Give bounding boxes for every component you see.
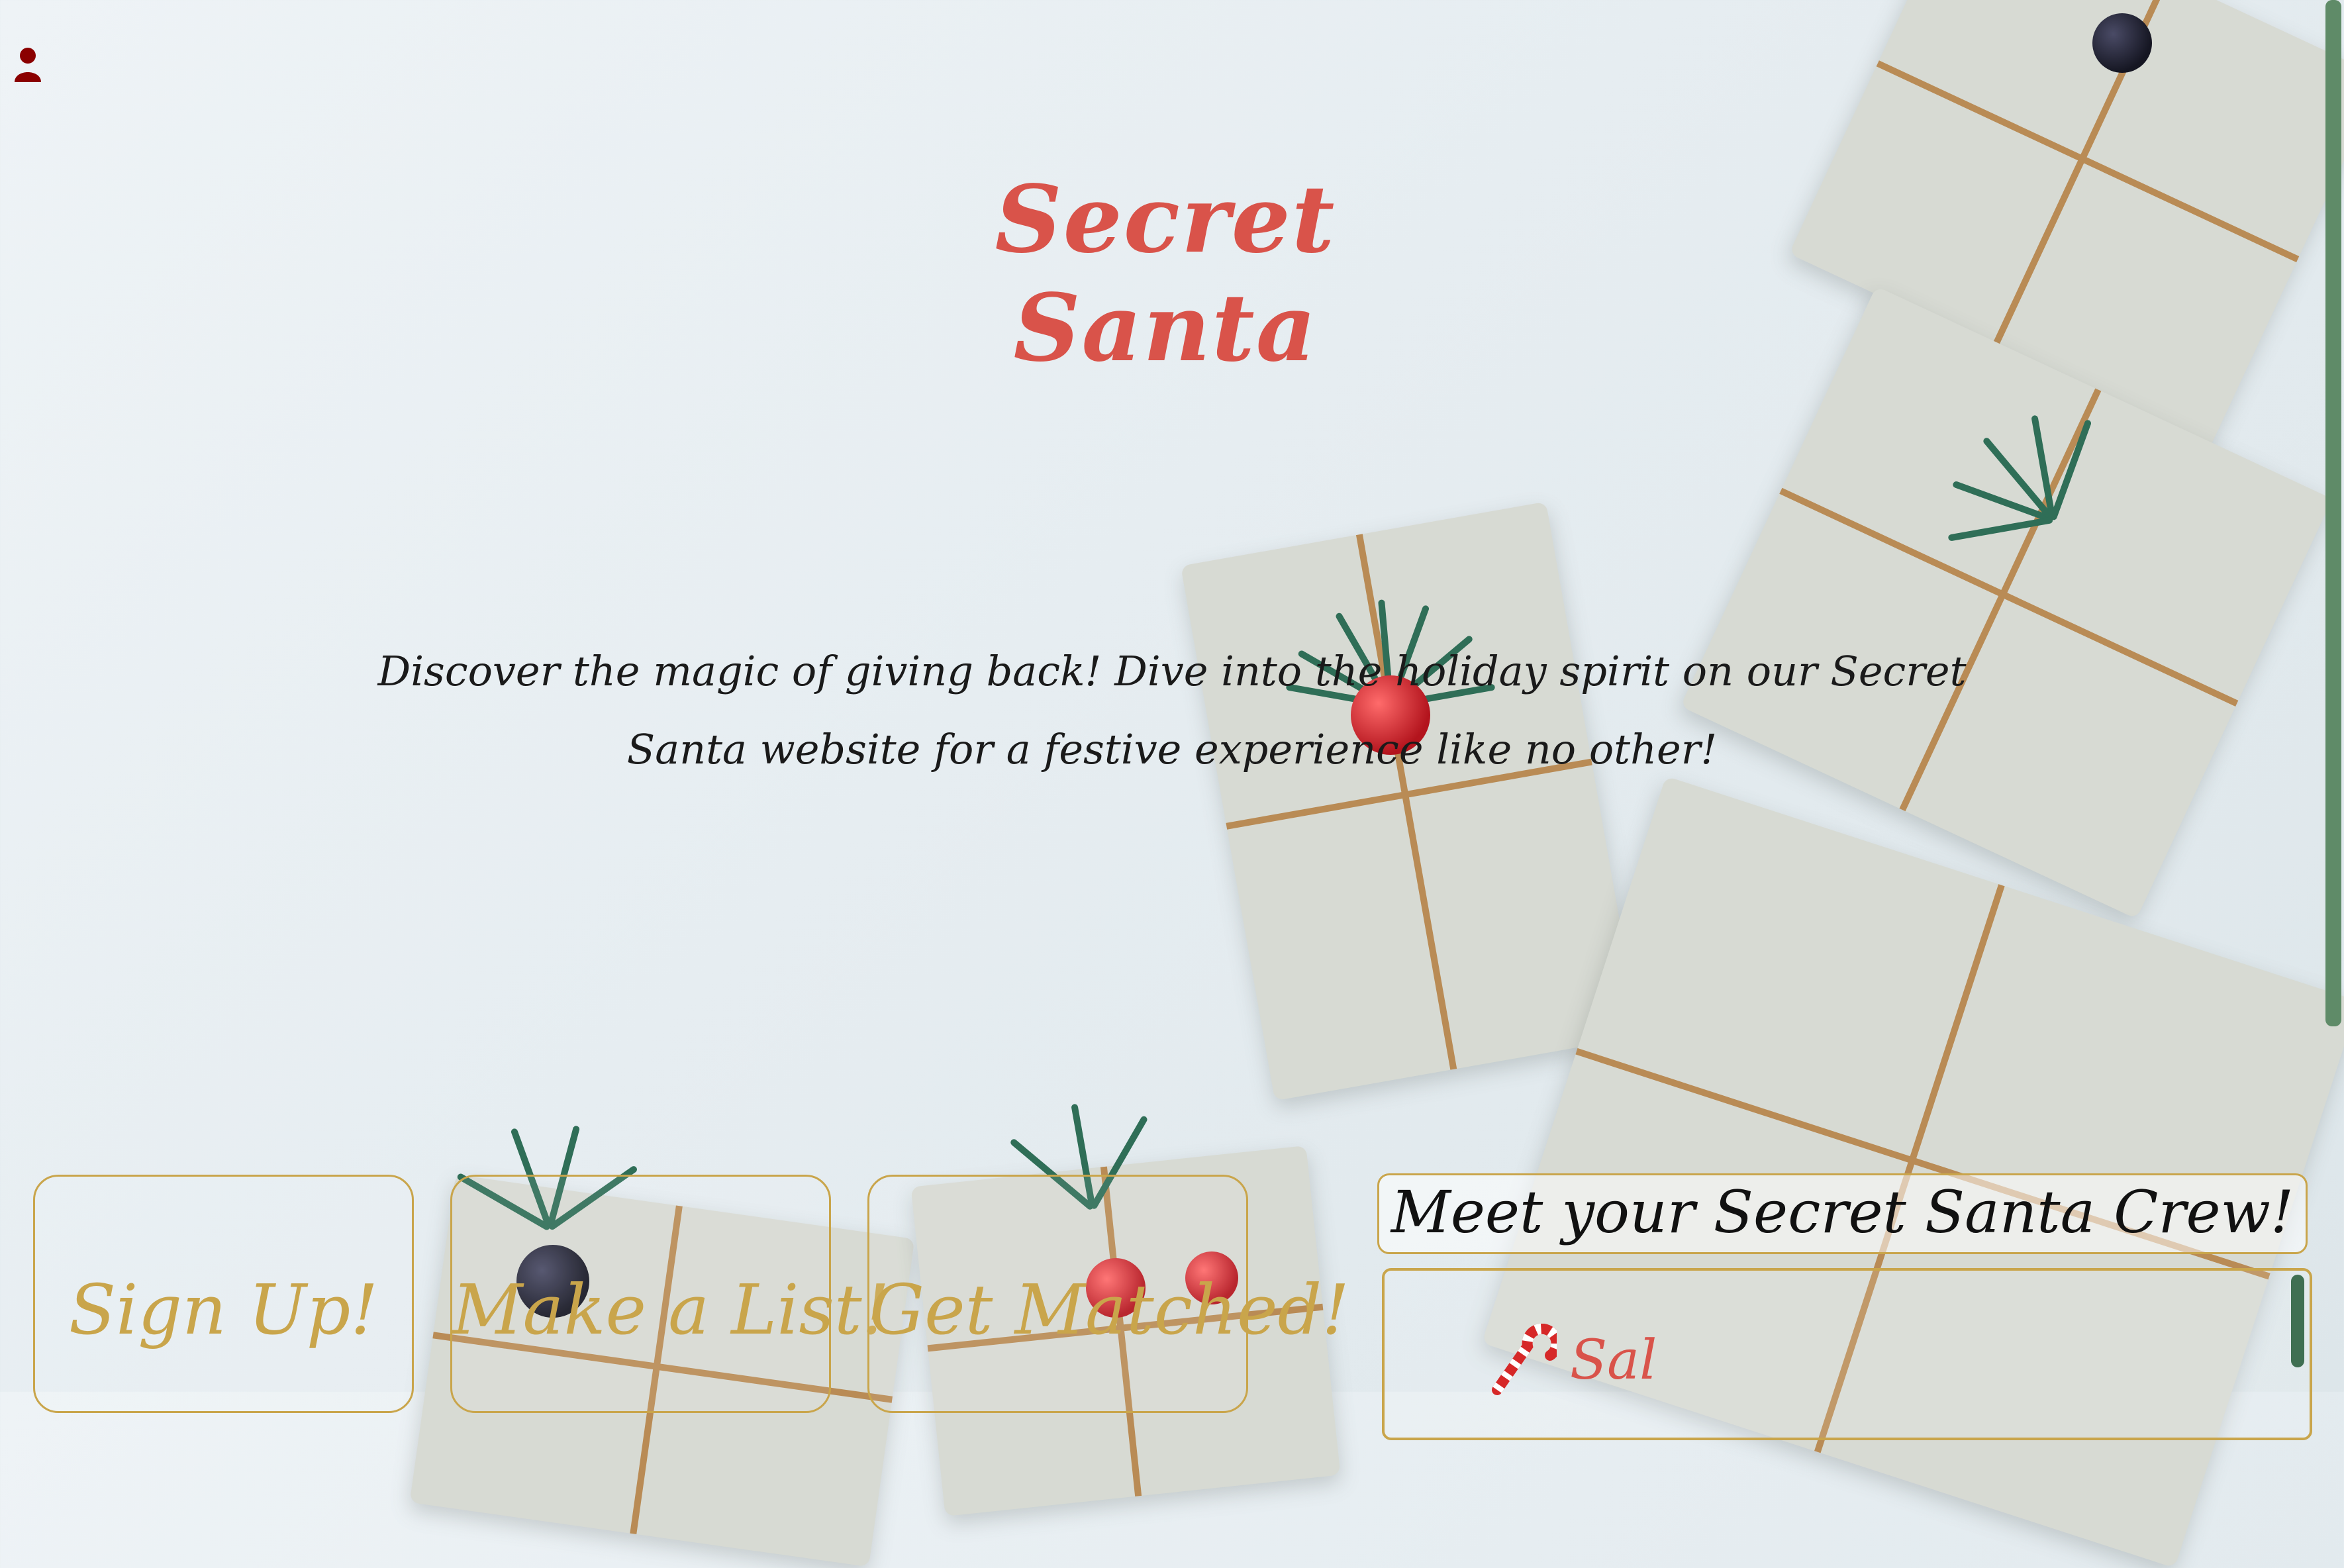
step-card-sign-up[interactable]: Sign Up! <box>33 1175 414 1413</box>
crew-member-name: Sal <box>1570 1328 1657 1392</box>
crew-heading: Meet your Secret Santa Crew! <box>1377 1173 2308 1254</box>
page-scrollbar[interactable] <box>2325 0 2341 1026</box>
crew-list-scrollbar[interactable] <box>2291 1275 2304 1367</box>
crew-list[interactable]: Sal <box>1382 1268 2312 1440</box>
hero-tagline: Discover the magic of giving back! Dive … <box>377 647 1967 773</box>
candy-cane-icon <box>1492 1324 1557 1395</box>
step-label: Get Matched! <box>869 1269 1349 1350</box>
step-card-get-matched[interactable]: Get Matched! <box>867 1175 1349 1413</box>
step-label: Sign Up! <box>68 1269 379 1350</box>
user-icon[interactable] <box>13 46 42 83</box>
step-card-make-list[interactable]: Make a List! <box>450 1175 890 1413</box>
page-title: Secret Santa <box>995 166 1336 383</box>
step-label: Make a List! <box>452 1269 890 1350</box>
blackberry <box>2092 13 2152 73</box>
crew-member-item[interactable]: Sal <box>1484 1324 1657 1396</box>
gift-parcel <box>1181 501 1640 1101</box>
